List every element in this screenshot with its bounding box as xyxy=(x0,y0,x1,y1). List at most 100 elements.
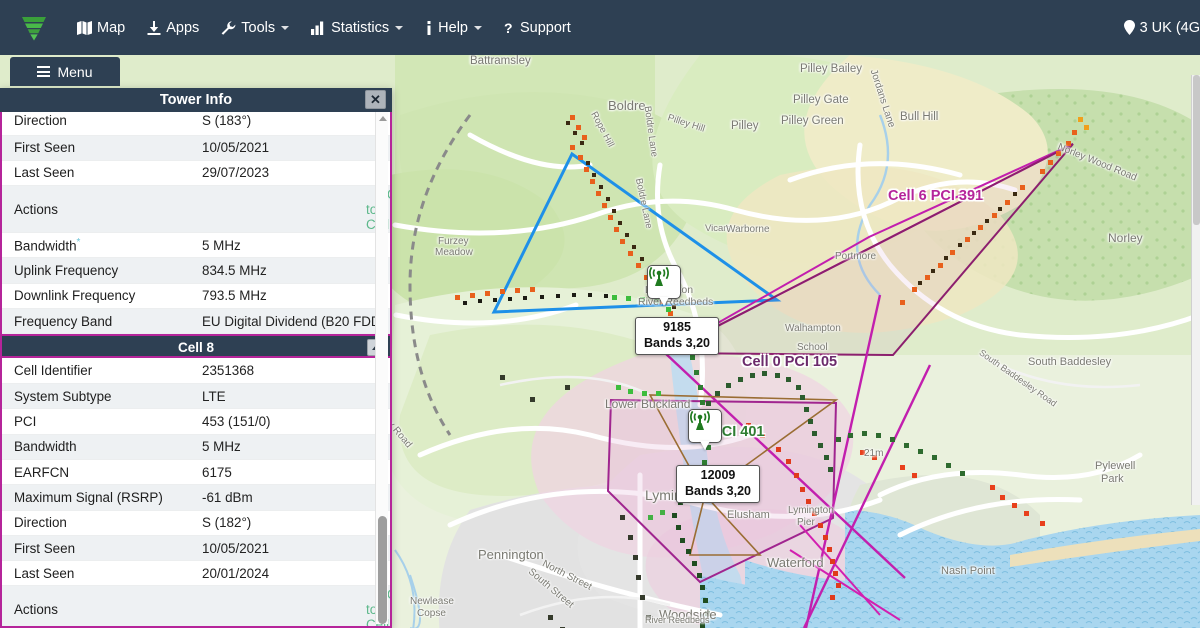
row-key: EARFCN xyxy=(2,459,190,486)
row-value: 5 MHz xyxy=(190,232,390,259)
row-value: •Go to Cell xyxy=(190,185,390,234)
tower-tooltip[interactable]: 9185 Bands 3,20 xyxy=(635,317,720,356)
nav-item-tools[interactable]: Tools xyxy=(210,14,300,42)
row-value: 6175 xyxy=(190,459,390,486)
tower-id-label: 9185 xyxy=(663,320,691,334)
nav-item-help[interactable]: Help xyxy=(414,14,493,42)
cell-tower-marker[interactable] xyxy=(647,265,681,299)
nav-item-apps[interactable]: Apps xyxy=(136,14,210,42)
row-value: 453 (151/0) xyxy=(190,408,390,435)
scroll-up-arrow-icon[interactable] xyxy=(379,116,387,121)
row-key: Direction xyxy=(2,112,190,133)
tower-id-label: 12009 xyxy=(700,468,736,482)
menu-button-label: Menu xyxy=(57,63,93,80)
table-row: Direction S (182°) xyxy=(2,510,390,536)
row-value: 29/07/2023 xyxy=(190,160,390,187)
question-icon: ? xyxy=(504,21,515,35)
svg-text:?: ? xyxy=(504,21,513,35)
table-row: First Seen 10/05/2021 xyxy=(2,535,390,562)
table-row: Actions•Go to Cell xyxy=(2,185,390,234)
tower-antenna-icon xyxy=(690,410,710,430)
row-key: PCI xyxy=(2,408,190,435)
table-row: System Subtype LTE xyxy=(2,383,390,410)
table-row: Last Seen 29/07/2023 xyxy=(2,160,390,187)
panel-scrollbar-thumb[interactable] xyxy=(378,516,387,624)
row-key: Last Seen xyxy=(2,560,190,587)
table-row: Direction S (183°) xyxy=(2,112,390,135)
nav-item-help-label: Help xyxy=(438,19,468,36)
row-key: First Seen xyxy=(2,135,190,161)
row-key: Bandwidth xyxy=(2,434,190,460)
bar-chart-icon xyxy=(311,21,326,35)
network-status-label: 3 UK (4G xyxy=(1139,19,1200,36)
table-row: Bandwidth 5 MHz xyxy=(2,434,390,460)
row-value: 20/01/2024 xyxy=(190,560,390,587)
footnote-asterisk-icon: * xyxy=(76,237,81,248)
nav-item-tools-label: Tools xyxy=(241,19,276,36)
chevron-down-icon xyxy=(473,25,482,30)
row-key: Uplink Frequency xyxy=(2,257,190,284)
tower-bands-label: Bands 3,20 xyxy=(644,335,711,350)
panel-title: Tower Info xyxy=(159,92,233,108)
map-scrollbar-thumb[interactable] xyxy=(1193,75,1200,225)
map-icon xyxy=(77,20,92,35)
row-value: •Go to Cell xyxy=(190,585,390,626)
row-key: Actions xyxy=(2,585,190,626)
table-row: Bandwidth* 5 MHz xyxy=(2,232,390,259)
table-row: Downlink Frequency 793.5 MHz xyxy=(2,283,390,309)
info-icon xyxy=(425,20,433,35)
row-value: 2351368 xyxy=(190,358,390,385)
row-value: -61 dBm xyxy=(190,484,390,511)
tower-info-scroll-area[interactable]: Direction S (183°) First Seen 10/05/2021 Las… xyxy=(2,112,390,626)
hamburger-icon xyxy=(37,66,51,77)
close-glyph: ✕ xyxy=(370,91,381,107)
menu-button[interactable]: Menu xyxy=(10,57,120,86)
nav-item-map[interactable]: Map xyxy=(66,14,136,42)
row-key: Actions xyxy=(2,185,190,234)
tower-info-panel-body: Direction S (183°) First Seen 10/05/2021 Las… xyxy=(0,112,392,628)
row-key: Direction xyxy=(2,510,190,536)
row-key: Maximum Signal (RSRP) xyxy=(2,484,190,511)
nav-item-apps-label: Apps xyxy=(166,19,200,36)
panel-vertical-scrollbar[interactable] xyxy=(375,112,388,624)
table-row: Maximum Signal (RSRP) -61 dBm xyxy=(2,484,390,511)
row-key: Frequency Band xyxy=(2,308,190,335)
row-value: 834.5 MHz xyxy=(190,257,390,284)
close-icon[interactable]: ✕ xyxy=(365,90,386,109)
cell-info-table: Cell Identifier 2351368 System Subtype LTE P… xyxy=(2,358,390,626)
table-row: Actions•Go to Cell xyxy=(2,585,390,626)
tower-antenna-icon xyxy=(649,266,669,286)
chevron-down-icon xyxy=(281,25,290,30)
row-value: S (182°) xyxy=(190,510,390,536)
table-row: First Seen 10/05/2021 xyxy=(2,135,390,161)
nav-item-statistics[interactable]: Statistics xyxy=(300,14,414,42)
row-key: System Subtype xyxy=(2,383,190,410)
row-value: 793.5 MHz xyxy=(190,283,390,309)
row-key: First Seen xyxy=(2,535,190,562)
nav-item-support[interactable]: ? Support xyxy=(493,14,582,42)
nav-item-statistics-label: Statistics xyxy=(331,19,390,36)
nav-item-support-label: Support xyxy=(519,19,571,36)
table-row: Frequency Band EU Digital Dividend (B20 F… xyxy=(2,308,390,335)
tower-tooltip[interactable]: 12009 Bands 3,20 xyxy=(676,465,761,504)
table-row: PCI 453 (151/0) xyxy=(2,408,390,435)
cell-tower-marker[interactable] xyxy=(688,409,722,443)
row-key: Last Seen xyxy=(2,160,190,187)
tower-info-table: Direction S (183°) First Seen 10/05/2021 Las… xyxy=(2,112,390,335)
row-value: 10/05/2021 xyxy=(190,135,390,161)
nav-item-map-label: Map xyxy=(97,19,126,36)
table-row: Cell Identifier 2351368 xyxy=(2,358,390,385)
chevron-down-icon xyxy=(395,25,404,30)
row-value: S (183°) xyxy=(190,112,390,133)
tower-info-panel-header: Tower Info ✕ xyxy=(0,88,392,112)
row-value: LTE xyxy=(190,383,390,410)
row-value: EU Digital Dividend (B20 FDD) xyxy=(190,308,390,335)
cell-section-header: Cell 8 xyxy=(2,334,390,359)
navbar-items: Map Apps Tools Statistics Help ? Support xyxy=(66,14,582,42)
cell-mapper-app: Map Apps Tools Statistics Help ? Support… xyxy=(0,0,1200,628)
table-row: EARFCN 6175 xyxy=(2,459,390,486)
map-vertical-scrollbar[interactable] xyxy=(1191,75,1200,505)
wifi-signal-logo-icon[interactable] xyxy=(12,8,56,48)
network-status[interactable]: 3 UK (4G xyxy=(1123,0,1200,55)
cell-section-title: Cell 8 xyxy=(177,340,215,356)
